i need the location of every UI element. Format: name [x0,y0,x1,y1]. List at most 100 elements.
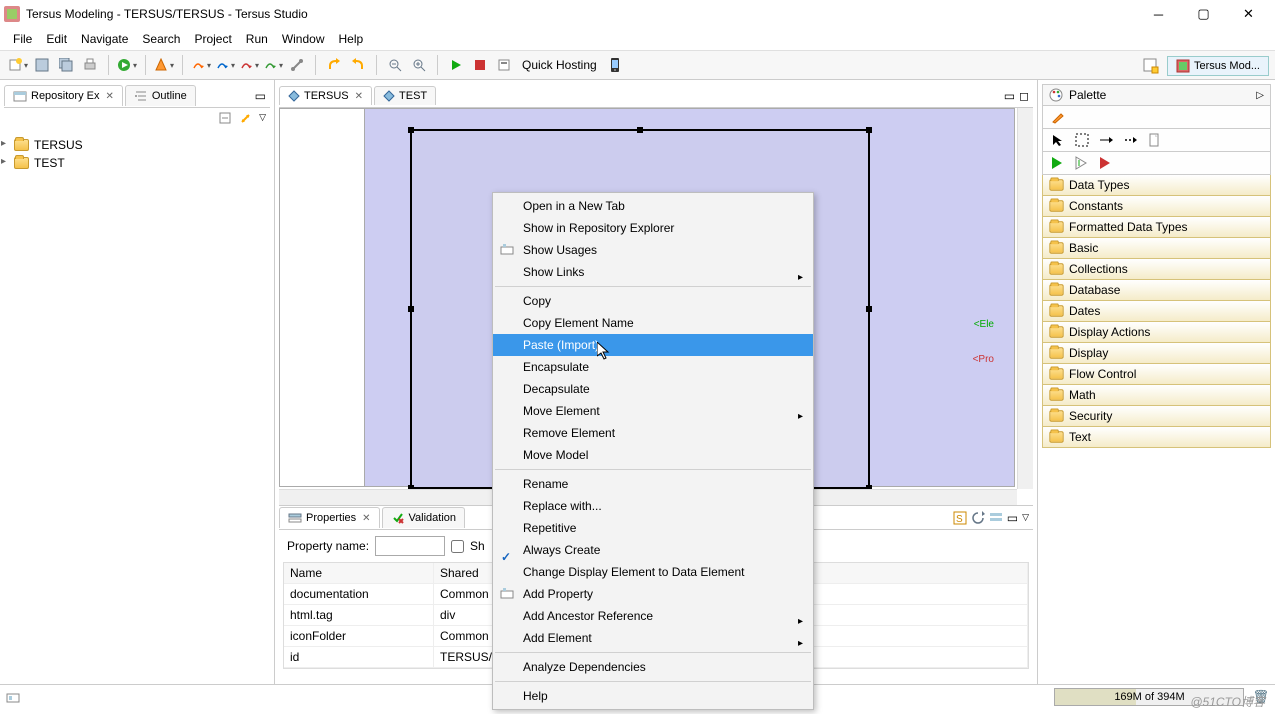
stop-button[interactable] [469,54,491,76]
status-icon[interactable] [6,690,20,704]
tab-validation[interactable]: Validation [382,507,466,528]
menu-item[interactable]: Show Usages [493,239,813,261]
redo-button[interactable] [347,54,369,76]
play-red-icon[interactable] [1099,156,1113,170]
save-all-button[interactable] [55,54,77,76]
flow4-button[interactable] [262,54,284,76]
menu-item[interactable]: Paste (Import) [493,334,813,356]
marquee-icon[interactable] [1075,133,1089,147]
tab-outline[interactable]: Outline [125,85,196,106]
open-perspective-button[interactable] [1140,55,1162,77]
tree-item-tersus[interactable]: TERSUS [10,136,264,154]
arrow-right-icon[interactable] [1099,133,1113,147]
quick-hosting-label[interactable]: Quick Hosting [522,58,597,72]
menu-item[interactable]: Analyze Dependencies [493,656,813,678]
menu-item[interactable]: Decapsulate [493,378,813,400]
menu-item[interactable]: Always Create [493,539,813,561]
palette-drawer[interactable]: Dates [1042,301,1271,322]
tree-item-test[interactable]: TEST [10,154,264,172]
zoom-out-button[interactable] [384,54,406,76]
maximize-editor-icon[interactable]: ◻ [1019,89,1029,103]
palette-drawer[interactable]: Basic [1042,238,1271,259]
palette-drawer[interactable]: Display [1042,343,1271,364]
menu-item[interactable]: Repetitive [493,517,813,539]
menu-run[interactable]: Run [239,30,275,48]
col-name[interactable]: Name [284,563,434,583]
menu-item[interactable]: Replace with... [493,495,813,517]
menu-project[interactable]: Project [187,30,238,48]
minimize-view-icon[interactable]: ▭ [255,89,266,103]
menu-item[interactable]: Change Display Element to Data Element [493,561,813,583]
undo-button[interactable] [323,54,345,76]
palette-drawer[interactable]: Flow Control [1042,364,1271,385]
menu-item[interactable]: Help [493,685,813,707]
menu-help[interactable]: Help [332,30,371,48]
select-icon[interactable] [1051,133,1065,147]
menu-item[interactable]: Move Element [493,400,813,422]
palette-drawer[interactable]: Collections [1042,259,1271,280]
menu-item[interactable]: Copy [493,290,813,312]
palette-header[interactable]: Palette ▷ [1042,84,1271,106]
view-menu-icon[interactable]: ▽ [1022,512,1029,523]
palette-drawer[interactable]: Formatted Data Types [1042,217,1271,238]
phone-icon[interactable] [604,54,626,76]
property-name-input[interactable] [375,536,445,556]
menu-item[interactable]: Copy Element Name [493,312,813,334]
run-dropdown[interactable] [116,54,138,76]
print-button[interactable] [79,54,101,76]
play-green-icon[interactable] [1051,156,1065,170]
minimize-editor-icon[interactable]: ▭ [1004,89,1015,103]
palette-drawer[interactable]: Data Types [1042,175,1271,196]
editor-tab-tersus[interactable]: TERSUS ✕ [279,86,372,105]
close-button[interactable]: ✕ [1226,0,1271,28]
menu-file[interactable]: File [6,30,39,48]
menu-item[interactable]: Add Ancestor Reference [493,605,813,627]
close-icon[interactable]: ✕ [362,513,370,524]
brush-icon[interactable] [1051,110,1065,124]
zoom-in-button[interactable] [408,54,430,76]
palette-drawer[interactable]: Math [1042,385,1271,406]
menu-item[interactable]: Show in Repository Explorer [493,217,813,239]
close-icon[interactable]: ✕ [105,91,113,102]
palette-drawer[interactable]: Display Actions [1042,322,1271,343]
toolbar-icon[interactable]: S [953,511,967,525]
maximize-button[interactable]: ▢ [1181,0,1226,28]
menu-item[interactable]: Add Property [493,583,813,605]
menu-item[interactable]: Open in a New Tab [493,195,813,217]
play-outline-icon[interactable] [1075,156,1089,170]
server-icon[interactable] [493,54,515,76]
menu-item[interactable]: Add Element [493,627,813,649]
menu-search[interactable]: Search [135,30,187,48]
new-button[interactable] [7,54,29,76]
palette-drawer[interactable]: Security [1042,406,1271,427]
vertical-scrollbar[interactable] [1017,108,1033,489]
palette-drawer[interactable]: Text [1042,427,1271,448]
filter-icon[interactable] [989,511,1003,525]
tab-properties[interactable]: Properties ✕ [279,507,380,528]
save-button[interactable] [31,54,53,76]
context-menu[interactable]: Open in a New TabShow in Repository Expl… [492,192,814,710]
shared-checkbox[interactable] [451,540,464,553]
link-editor-icon[interactable] [239,112,253,126]
palette-drawer[interactable]: Constants [1042,196,1271,217]
minimize-view-icon[interactable]: ▭ [1007,511,1018,525]
repository-tree[interactable]: TERSUS TEST [4,130,270,680]
play-button[interactable] [445,54,467,76]
document-icon[interactable] [1147,133,1161,147]
menu-item[interactable]: Encapsulate [493,356,813,378]
launch-button[interactable] [153,54,175,76]
arrow-dots-icon[interactable] [1123,133,1137,147]
tab-repository-explorer[interactable]: Repository Ex ✕ [4,85,123,106]
palette-drawer[interactable]: Database [1042,280,1271,301]
menu-navigate[interactable]: Navigate [74,30,135,48]
editor-tab-test[interactable]: TEST [374,86,436,105]
close-icon[interactable]: ✕ [355,91,363,102]
menu-item[interactable]: Remove Element [493,422,813,444]
flow2-button[interactable] [214,54,236,76]
palette-collapse-icon[interactable]: ▷ [1256,90,1264,101]
view-menu-icon[interactable]: ▽ [259,112,266,126]
menu-edit[interactable]: Edit [39,30,74,48]
perspective-tersus[interactable]: Tersus Mod... [1167,56,1269,76]
refresh-icon[interactable] [971,511,985,525]
flow1-button[interactable] [190,54,212,76]
